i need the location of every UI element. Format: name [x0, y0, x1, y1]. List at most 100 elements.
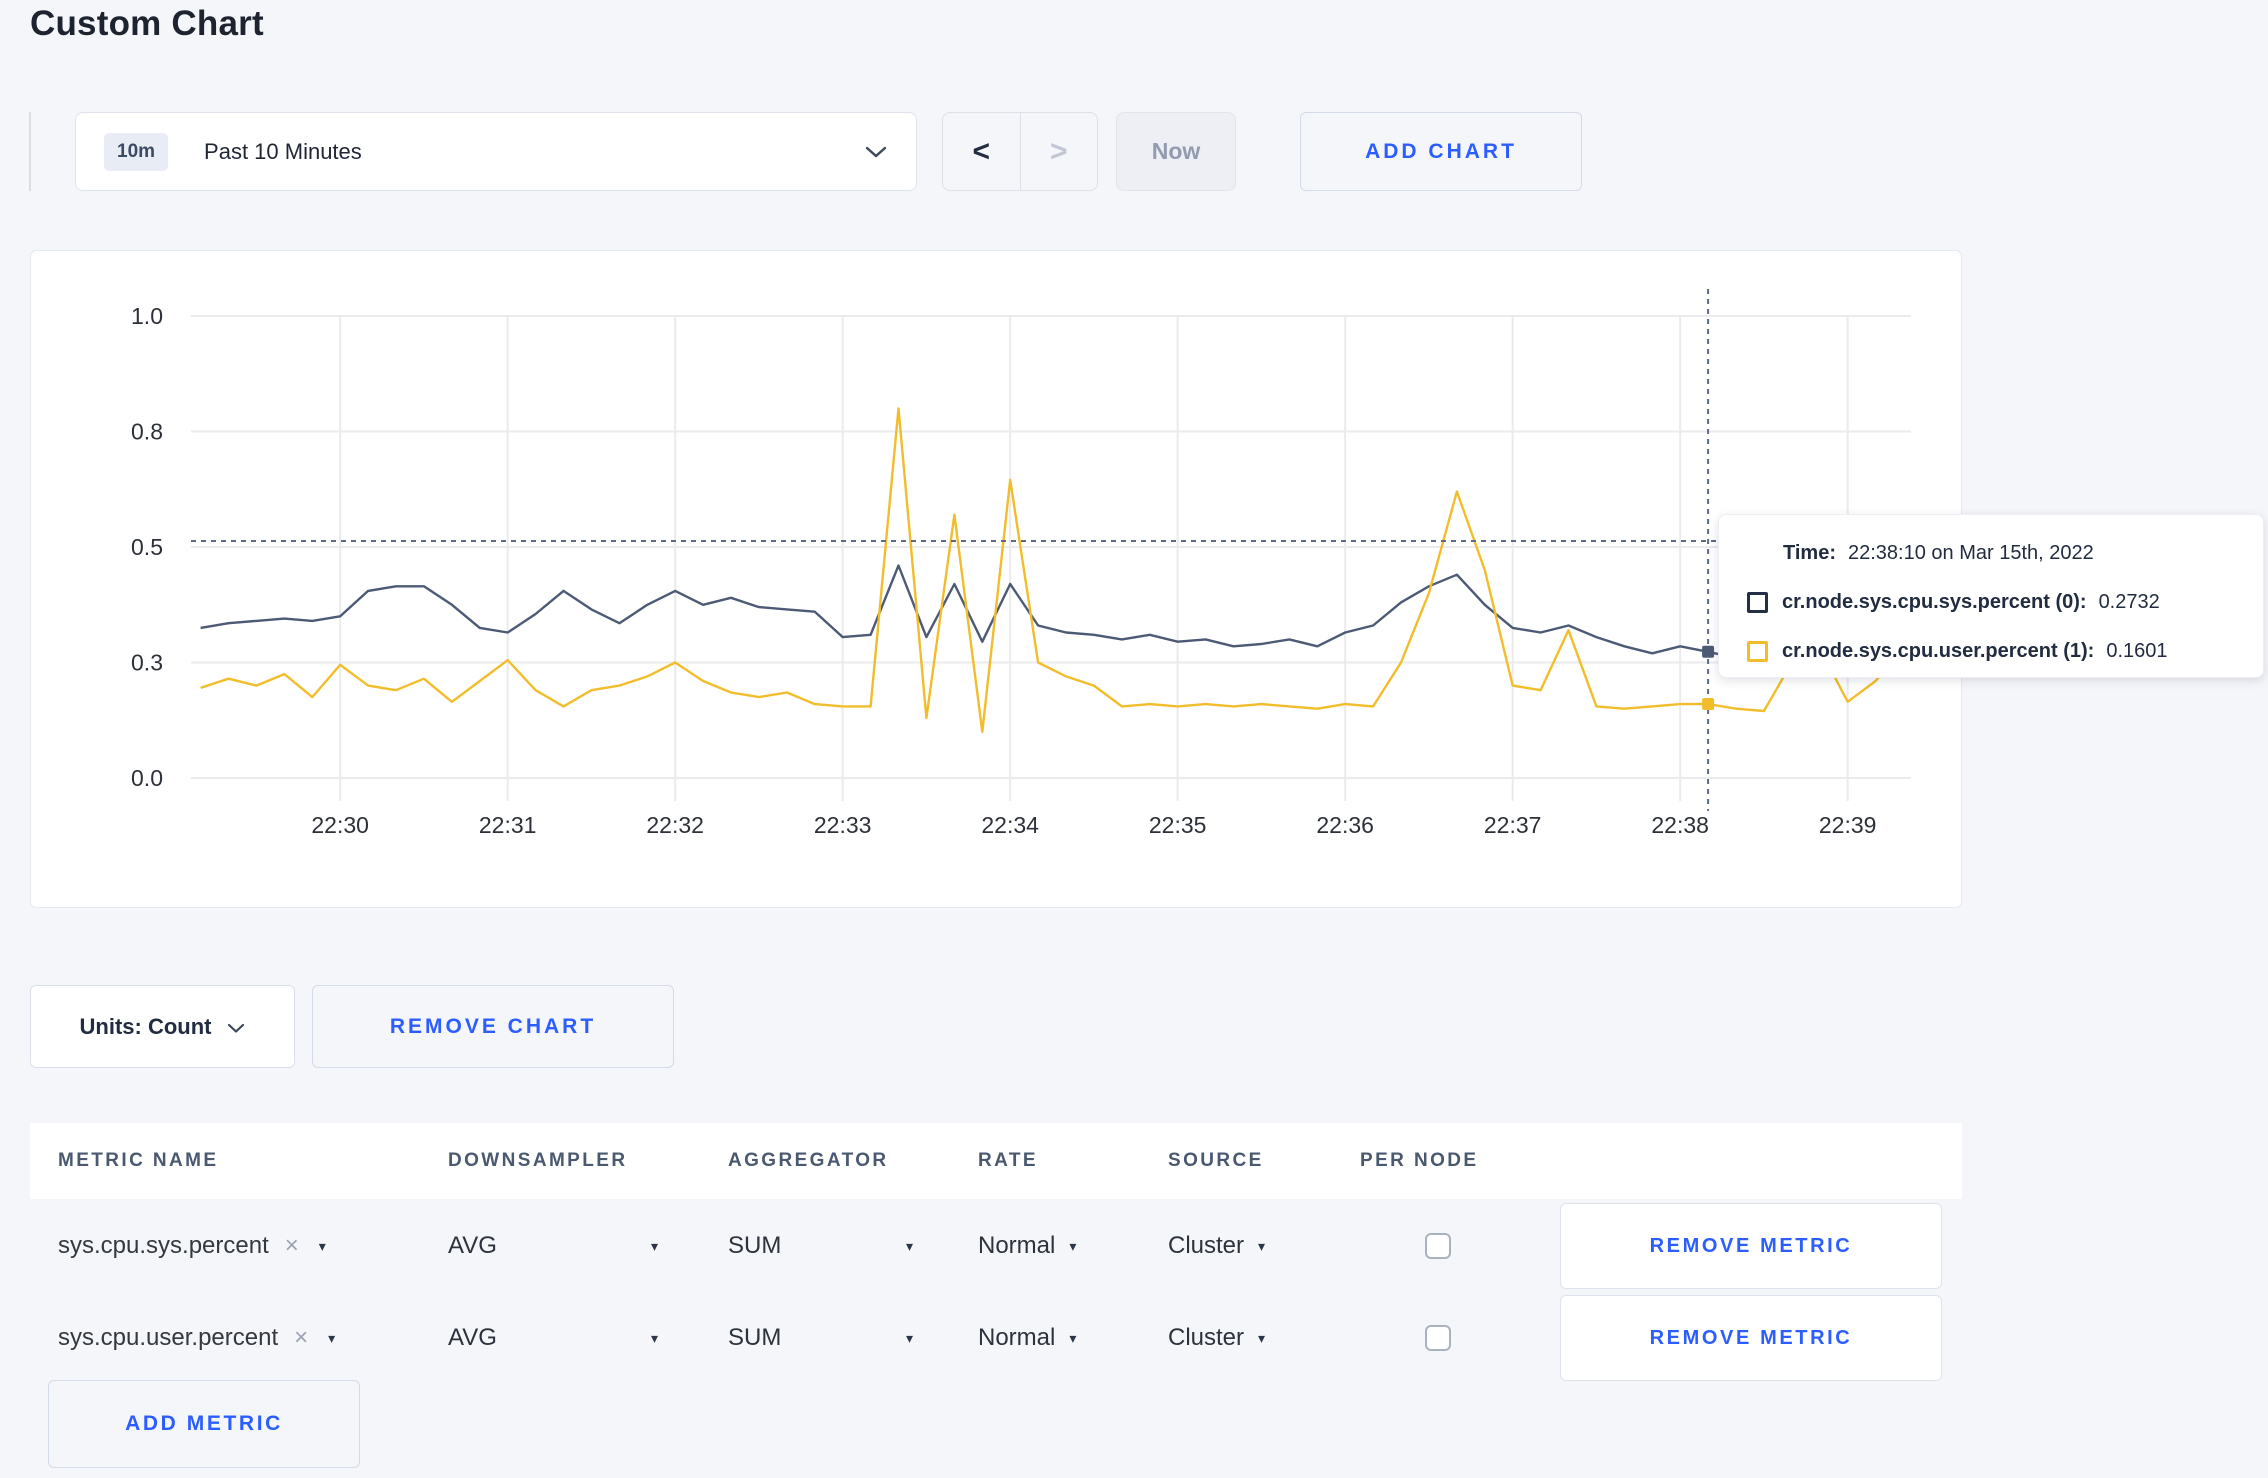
hover-marker	[1702, 698, 1715, 711]
per-node-cell	[1425, 1200, 1451, 1292]
x-tick-label: 22:38	[1651, 812, 1709, 838]
time-range-select[interactable]: 10m Past 10 Minutes	[75, 112, 917, 191]
x-tick-label: 22:37	[1484, 812, 1542, 838]
tooltip-series-value: 0.2732	[2098, 590, 2160, 613]
y-tick-label: 0.0	[131, 765, 163, 791]
table-row: sys.cpu.sys.percent × ▾ AVG ▾ SUM ▾ Norm…	[30, 1200, 1962, 1292]
remove-metric-button[interactable]: REMOVE METRIC	[1560, 1203, 1942, 1289]
x-tick-label: 22:34	[981, 812, 1039, 838]
rate-value: Normal	[978, 1232, 1056, 1259]
header-rate: RATE	[978, 1150, 1038, 1171]
now-button[interactable]: Now	[1116, 112, 1236, 191]
x-tick-label: 22:33	[814, 812, 872, 838]
per-node-checkbox[interactable]	[1425, 1233, 1451, 1259]
caret-down-icon: ▾	[1258, 1237, 1266, 1254]
caret-down-icon: ▾	[318, 1237, 326, 1254]
per-node-cell	[1425, 1292, 1451, 1384]
metrics-table-header: METRIC NAME DOWNSAMPLER AGGREGATOR RATE …	[30, 1123, 1962, 1199]
downsampler-value: AVG	[448, 1324, 497, 1351]
caret-down-icon: ▾	[650, 1329, 658, 1346]
per-node-checkbox[interactable]	[1425, 1325, 1451, 1351]
y-tick-label: 0.5	[131, 534, 163, 560]
header-downsampler: DOWNSAMPLER	[448, 1150, 628, 1171]
tooltip-series-row: cr.node.sys.cpu.sys.percent (0): 0.2732	[1747, 588, 2235, 616]
y-tick-label: 0.8	[131, 419, 163, 445]
table-row: sys.cpu.user.percent × ▾ AVG ▾ SUM ▾ Nor…	[30, 1292, 1962, 1384]
source-select[interactable]: Cluster ▾	[1168, 1292, 1265, 1384]
x-tick-label: 22:30	[311, 812, 369, 838]
chart-svg[interactable]: 0.0 0.3 0.5 0.8 1.0 22:30 22:31 22:32 22:33 22:34…	[31, 251, 1963, 909]
source-value: Cluster	[1168, 1324, 1245, 1351]
metric-name-value: sys.cpu.sys.percent	[58, 1232, 269, 1259]
source-select[interactable]: Cluster ▾	[1168, 1200, 1265, 1292]
chevron-right-icon: >	[1049, 134, 1068, 168]
chevron-left-icon: <	[972, 134, 991, 168]
add-metric-button[interactable]: ADD METRIC	[48, 1380, 360, 1468]
metric-name-select[interactable]: sys.cpu.user.percent × ▾	[58, 1292, 335, 1384]
aggregator-value: SUM	[728, 1324, 782, 1351]
caret-down-icon: ▾	[650, 1237, 658, 1254]
time-range-badge: 10m	[104, 132, 169, 171]
caret-down-icon: ▾	[1069, 1329, 1077, 1346]
caret-down-icon: ▾	[1069, 1237, 1077, 1254]
x-tick-label: 22:31	[479, 812, 537, 838]
caret-down-icon: ▾	[905, 1329, 913, 1346]
tooltip-series-row: cr.node.sys.cpu.user.percent (1): 0.1601	[1747, 637, 2235, 665]
header-per-node: PER NODE	[1360, 1150, 1479, 1171]
series-sys-swatch-icon	[1747, 591, 1768, 613]
rate-select[interactable]: Normal ▾	[978, 1292, 1076, 1384]
rate-select[interactable]: Normal ▾	[978, 1200, 1076, 1292]
caret-down-icon: ▾	[328, 1329, 336, 1346]
metric-name-select[interactable]: sys.cpu.sys.percent × ▾	[58, 1200, 326, 1292]
units-label: Units: Count	[79, 1013, 212, 1039]
series-line	[200, 407, 1905, 733]
remove-chart-button[interactable]: REMOVE CHART	[312, 985, 674, 1068]
time-range-label: Past 10 Minutes	[204, 138, 362, 164]
chevron-down-icon	[227, 1014, 245, 1040]
remove-metric-button[interactable]: REMOVE METRIC	[1560, 1295, 1942, 1381]
action-cell: REMOVE METRIC	[1560, 1200, 1942, 1292]
hover-marker	[1702, 645, 1715, 658]
toolbar-divider	[29, 112, 31, 191]
caret-down-icon: ▾	[1258, 1329, 1266, 1346]
x-tick-label: 22:32	[646, 812, 704, 838]
add-chart-button[interactable]: ADD CHART	[1300, 112, 1582, 191]
series-line	[200, 564, 1904, 660]
downsampler-value: AVG	[448, 1232, 497, 1259]
metric-name-value: sys.cpu.user.percent	[58, 1324, 279, 1351]
series-user-swatch-icon	[1747, 640, 1768, 662]
action-cell: REMOVE METRIC	[1560, 1292, 1942, 1384]
chart-tooltip: Time: 22:38:10 on Mar 15th, 2022 cr.node…	[1718, 514, 2264, 678]
x-tick-label: 22:39	[1819, 812, 1877, 838]
aggregator-value: SUM	[728, 1232, 782, 1259]
header-metric-name: METRIC NAME	[58, 1150, 219, 1171]
units-select[interactable]: Units: Count	[30, 985, 295, 1068]
header-aggregator: AGGREGATOR	[728, 1150, 889, 1171]
downsampler-select[interactable]: AVG ▾	[448, 1200, 658, 1292]
custom-chart-page: Custom Chart 10m Past 10 Minutes < > Now…	[0, 0, 2268, 1478]
aggregator-select[interactable]: SUM ▾	[728, 1200, 913, 1292]
x-tick-label: 22:36	[1316, 812, 1374, 838]
chevron-down-icon	[864, 145, 888, 159]
y-tick-label: 1.0	[131, 303, 163, 329]
chart-panel: 0.0 0.3 0.5 0.8 1.0 22:30 22:31 22:32 22:33 22:34…	[30, 250, 1962, 908]
header-source: SOURCE	[1168, 1150, 1264, 1171]
y-tick-label: 0.3	[131, 650, 163, 676]
tooltip-time-label: Time:	[1783, 541, 1836, 564]
aggregator-select[interactable]: SUM ▾	[728, 1292, 913, 1384]
clear-metric-icon[interactable]: ×	[294, 1324, 308, 1352]
step-back-button[interactable]: <	[943, 113, 1021, 190]
tooltip-series-name: cr.node.sys.cpu.user.percent (1):	[1782, 639, 2095, 662]
step-forward-button[interactable]: >	[1021, 113, 1098, 190]
tooltip-time-value: 22:38:10 on Mar 15th, 2022	[1847, 541, 2094, 564]
source-value: Cluster	[1168, 1232, 1245, 1259]
caret-down-icon: ▾	[905, 1237, 913, 1254]
tooltip-series-value: 0.1601	[2106, 639, 2168, 662]
tooltip-series-name: cr.node.sys.cpu.sys.percent (0):	[1782, 590, 2087, 613]
x-tick-label: 22:35	[1149, 812, 1207, 838]
time-step-buttons: < >	[942, 112, 1098, 191]
page-title: Custom Chart	[30, 4, 264, 43]
clear-metric-icon[interactable]: ×	[285, 1232, 299, 1260]
downsampler-select[interactable]: AVG ▾	[448, 1292, 658, 1384]
rate-value: Normal	[978, 1324, 1056, 1351]
